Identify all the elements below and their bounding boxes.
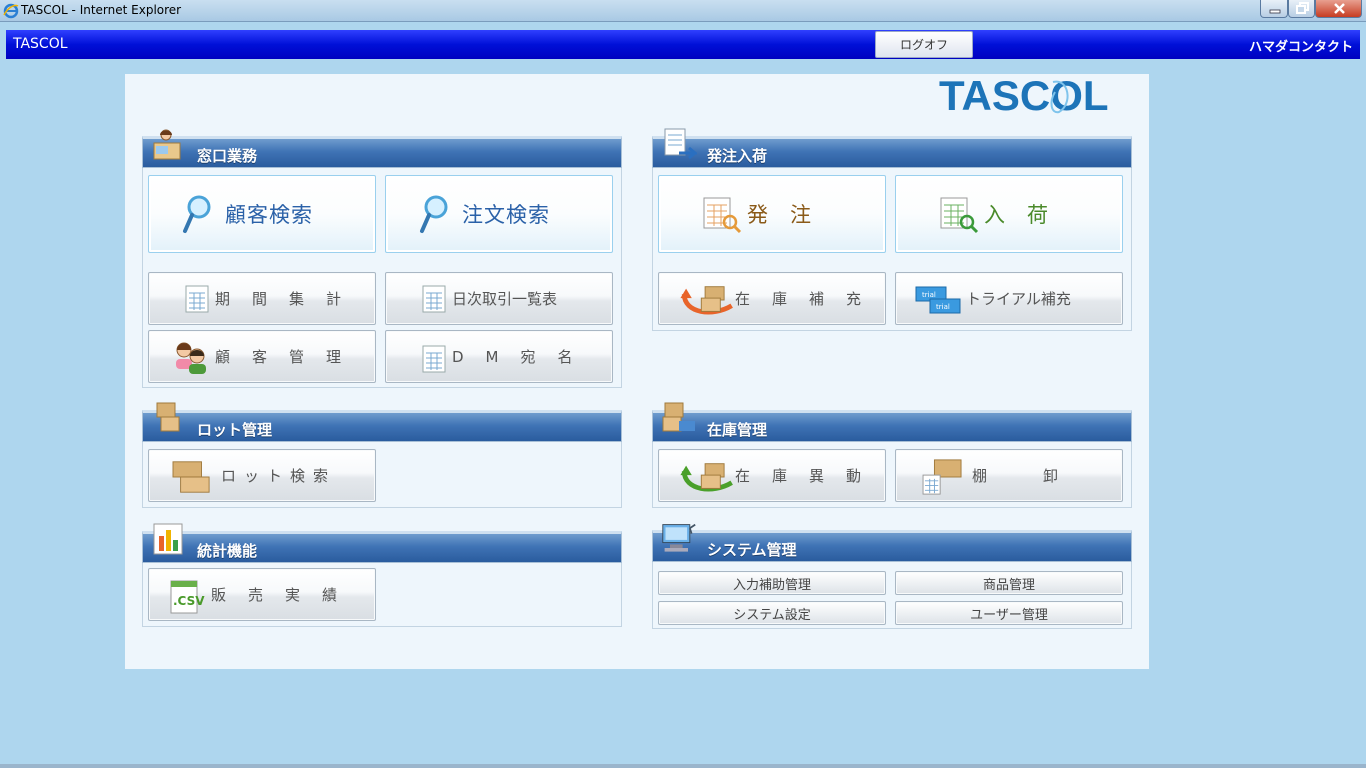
app-header: TASCOL ログオフ ハマダコンタクト bbox=[6, 30, 1360, 59]
button-label: 販売実績 bbox=[211, 586, 360, 604]
bar-chart-icon bbox=[153, 523, 183, 555]
period-summary-button[interactable]: 期間集計 bbox=[148, 272, 376, 325]
button-label: 商品管理 bbox=[982, 577, 1035, 593]
order-sheet-icon bbox=[703, 197, 742, 234]
section-title: 統計機能 bbox=[197, 542, 258, 560]
sales-results-button[interactable]: .CSV 販売実績 bbox=[148, 568, 376, 621]
svg-text:trial: trial bbox=[922, 291, 936, 299]
order-search-button[interactable]: 注文検索 bbox=[385, 175, 613, 253]
trial-restock-button[interactable]: trial trial トライアル補充 bbox=[895, 272, 1123, 325]
daily-transaction-list-button[interactable]: 日次取引一覧表 bbox=[385, 272, 613, 325]
button-label: ユーザー管理 bbox=[970, 607, 1048, 623]
minimize-icon bbox=[1269, 9, 1281, 14]
logoff-button[interactable]: ログオフ bbox=[875, 31, 973, 58]
button-label: トライアル補充 bbox=[966, 290, 1071, 308]
people-icon bbox=[176, 342, 206, 374]
button-label: 期間集計 bbox=[215, 290, 364, 308]
svg-text:trial: trial bbox=[936, 303, 950, 311]
button-label: 入力補助管理 bbox=[732, 577, 811, 593]
minimize-button[interactable] bbox=[1260, 0, 1288, 18]
input-assist-management-button[interactable]: 入力補助管理 bbox=[658, 571, 886, 595]
section-header: 統計機能 bbox=[142, 523, 622, 563]
computer-icon bbox=[662, 523, 696, 552]
customer-search-button[interactable]: 顧客検索 bbox=[148, 175, 376, 253]
button-label: 在庫異動 bbox=[735, 467, 884, 485]
button-label: 発注 bbox=[747, 203, 833, 227]
section-title: 在庫管理 bbox=[707, 421, 768, 439]
browser-title-bar: TASCOL - Internet Explorer bbox=[0, 0, 1366, 22]
section-statistics: 統計機能 .CSV 販売実績 bbox=[142, 523, 622, 627]
spreadsheet-icon bbox=[422, 285, 446, 313]
receptionist-icon bbox=[153, 129, 181, 160]
user-management-button[interactable]: ユーザー管理 bbox=[895, 601, 1123, 625]
section-lot-management: ロット管理 ロット検索 bbox=[142, 402, 622, 508]
close-button[interactable] bbox=[1315, 0, 1362, 18]
button-label: 日次取引一覧表 bbox=[452, 290, 558, 308]
section-title: 発注入荷 bbox=[707, 147, 768, 165]
button-label: 入荷 bbox=[984, 203, 1070, 227]
section-header: 発注入荷 bbox=[652, 128, 1132, 168]
user-name: ハマダコンタクト bbox=[1248, 40, 1353, 55]
section-ordering-receiving: 発注入荷 発注 入荷 在庫補充 trial trial トライアル補充 bbox=[652, 128, 1132, 331]
order-button[interactable]: 発注 bbox=[658, 175, 886, 253]
button-label: 注文検索 bbox=[462, 203, 550, 227]
main-panel: TASCOL 窓口業務 顧客検索 注文検索 期間集計 日次取引一覧表 顧客管理 … bbox=[125, 74, 1149, 669]
spreadsheet-icon bbox=[185, 285, 209, 313]
button-label: 棚卸 bbox=[972, 467, 1115, 485]
section-system-management: システム管理 入力補助管理 商品管理 システム設定 ユーザー管理 bbox=[652, 523, 1132, 629]
order-document-icon bbox=[664, 128, 697, 160]
section-header: システム管理 bbox=[652, 523, 1132, 562]
window-title: TASCOL - Internet Explorer bbox=[21, 3, 182, 17]
restore-button[interactable] bbox=[1288, 0, 1315, 18]
system-settings-button[interactable]: システム設定 bbox=[658, 601, 886, 625]
stocktake-button[interactable]: 棚卸 bbox=[895, 449, 1123, 502]
app-name: TASCOL bbox=[13, 36, 68, 52]
button-label: 顧客検索 bbox=[225, 203, 313, 227]
section-title: ロット管理 bbox=[197, 421, 273, 439]
receive-button[interactable]: 入荷 bbox=[895, 175, 1123, 253]
section-header: 在庫管理 bbox=[652, 402, 1132, 442]
trial-cards-icon: trial trial bbox=[915, 286, 961, 314]
logo-text: TASCOL bbox=[939, 74, 1109, 118]
customer-management-button[interactable]: 顧客管理 bbox=[148, 330, 376, 383]
button-label: 在庫補充 bbox=[735, 290, 884, 308]
section-title: 窓口業務 bbox=[197, 147, 258, 165]
button-label: 顧客管理 bbox=[215, 348, 364, 366]
box-arrow-orange-icon bbox=[680, 286, 733, 315]
section-title: システム管理 bbox=[707, 541, 797, 559]
close-icon bbox=[1334, 3, 1345, 14]
restock-button[interactable]: 在庫補充 bbox=[658, 272, 886, 325]
stocktake-icon bbox=[922, 459, 962, 495]
internet-explorer-icon bbox=[3, 3, 19, 19]
box-arrow-green-icon bbox=[680, 463, 733, 492]
button-label: DM宛名 bbox=[452, 348, 595, 366]
dm-address-button[interactable]: DM宛名 bbox=[385, 330, 613, 383]
magnifier-icon bbox=[420, 195, 448, 233]
boxes-icon bbox=[156, 402, 180, 432]
section-window-operations: 窓口業務 顧客検索 注文検索 期間集計 日次取引一覧表 顧客管理 DM宛名 bbox=[142, 129, 622, 388]
bottom-strip bbox=[0, 764, 1366, 768]
csv-file-icon: .CSV bbox=[170, 580, 205, 614]
section-inventory-management: 在庫管理 在庫異動 棚卸 bbox=[652, 402, 1132, 508]
section-header: ロット管理 bbox=[142, 402, 622, 442]
receive-sheet-icon bbox=[940, 197, 979, 234]
tascol-logo: TASCOL bbox=[939, 74, 1109, 118]
product-management-button[interactable]: 商品管理 bbox=[895, 571, 1123, 595]
section-header: 窓口業務 bbox=[142, 129, 622, 168]
magnifier-icon bbox=[183, 195, 211, 233]
restore-icon bbox=[1296, 2, 1309, 14]
warehouse-boxes-icon bbox=[662, 402, 695, 432]
spreadsheet-icon bbox=[422, 345, 446, 373]
lot-search-button[interactable]: ロット検索 bbox=[148, 449, 376, 502]
svg-text:.CSV: .CSV bbox=[173, 594, 205, 608]
button-label: システム設定 bbox=[733, 607, 811, 623]
stock-movement-button[interactable]: 在庫異動 bbox=[658, 449, 886, 502]
cardboard-boxes-icon bbox=[172, 461, 210, 493]
button-label: ロット検索 bbox=[221, 467, 337, 485]
